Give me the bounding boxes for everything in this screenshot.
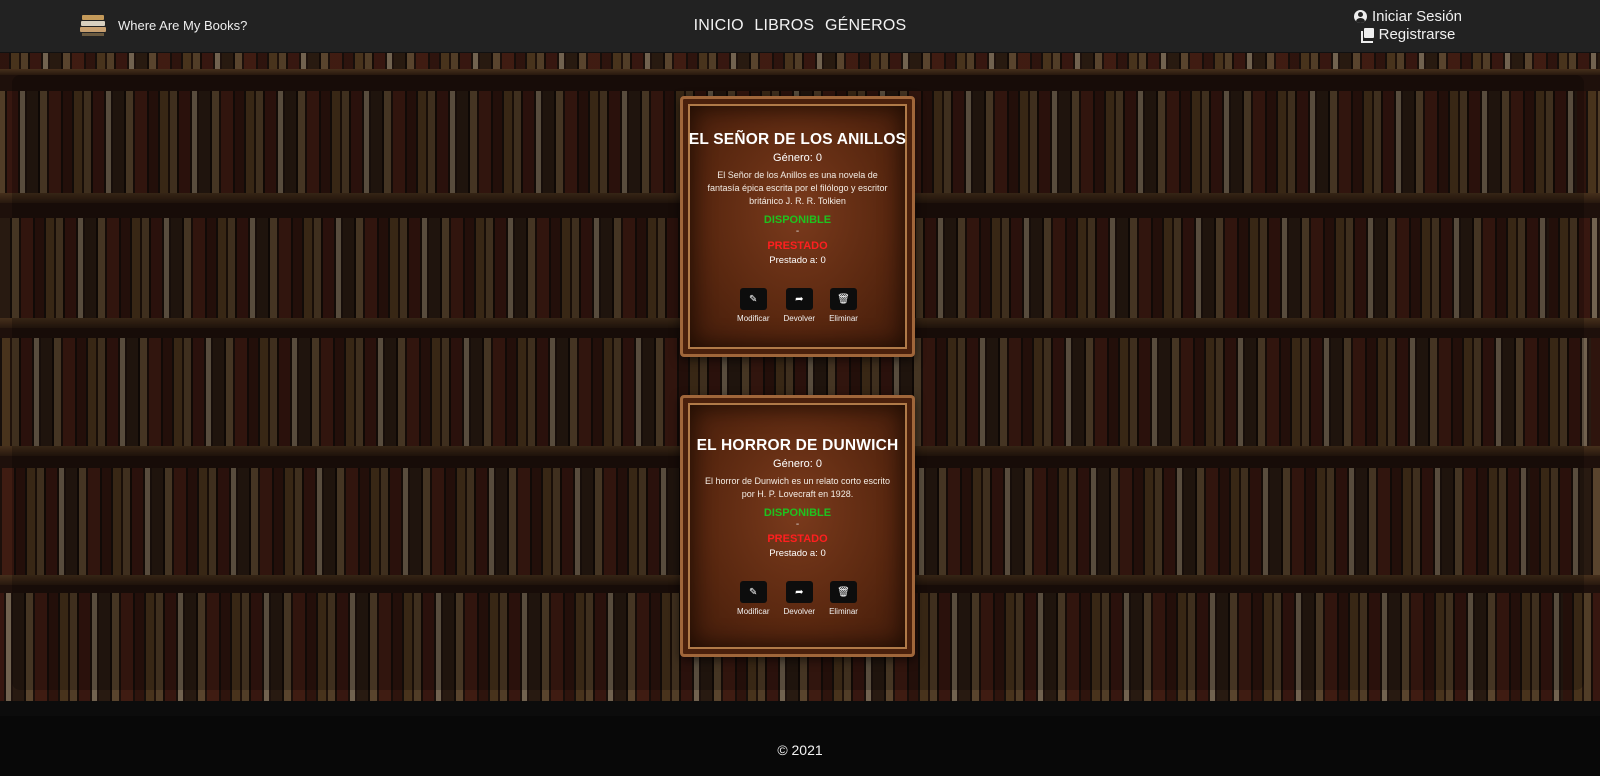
delete-label[interactable]: Eliminar: [829, 607, 858, 616]
footer: © 2021: [0, 716, 1600, 776]
book-title: EL SEÑOR DE LOS ANILLOS: [688, 131, 907, 148]
copyright-text: © 2021: [777, 742, 823, 758]
register-link[interactable]: Registrarse: [1360, 26, 1456, 43]
status-separator: -: [795, 226, 800, 237]
register-label[interactable]: Registrarse: [1379, 26, 1456, 43]
nav-link-libros[interactable]: LIBROS: [754, 17, 814, 34]
status-available: DISPONIBLE: [763, 214, 832, 226]
share-arrow-icon[interactable]: ➦: [785, 581, 813, 603]
modify-label[interactable]: Modificar: [737, 314, 769, 323]
status-available: DISPONIBLE: [763, 507, 832, 519]
card-actions: ✎ Modificar ➦ Devolver 🗑 Eliminar: [683, 581, 912, 616]
user-circle-icon: [1353, 10, 1367, 23]
delete-button[interactable]: 🗑 Eliminar: [829, 581, 858, 616]
book-description: El Señor de los Anillos es una novela de…: [707, 170, 888, 206]
book-title: EL HORROR DE DUNWICH: [696, 437, 899, 454]
navbar: Where Are My Books? INICIO LIBROS GÉNERO…: [0, 0, 1600, 53]
return-button[interactable]: ➦ Devolver: [783, 288, 815, 323]
nav-link-inicio[interactable]: INICIO: [694, 17, 744, 34]
book-description: El horror de Dunwich es un relato corto …: [704, 476, 891, 499]
book-genre: Género: 0: [773, 152, 822, 164]
share-arrow-icon[interactable]: ➦: [785, 288, 813, 310]
status-lent: PRESTADO: [767, 240, 828, 252]
modify-button[interactable]: ✎ Modificar: [737, 581, 769, 616]
book-register-icon: [1360, 28, 1374, 43]
modify-label[interactable]: Modificar: [737, 607, 769, 616]
book-card: EL HORROR DE DUNWICH Género: 0 El horror…: [680, 395, 915, 657]
pencil-icon[interactable]: ✎: [739, 581, 767, 603]
auth-links: Iniciar Sesión Registrarse: [1353, 8, 1462, 43]
nav-link-generos[interactable]: GÉNEROS: [825, 17, 906, 34]
return-button[interactable]: ➦ Devolver: [783, 581, 815, 616]
return-label[interactable]: Devolver: [783, 607, 815, 616]
login-label[interactable]: Iniciar Sesión: [1372, 8, 1462, 25]
pencil-icon[interactable]: ✎: [739, 288, 767, 310]
delete-label[interactable]: Eliminar: [829, 314, 858, 323]
lent-to: Prestado a: 0: [769, 255, 826, 266]
login-link[interactable]: Iniciar Sesión: [1353, 8, 1462, 25]
return-label[interactable]: Devolver: [783, 314, 815, 323]
modify-button[interactable]: ✎ Modificar: [737, 288, 769, 323]
trash-icon[interactable]: 🗑: [830, 288, 858, 310]
status-lent: PRESTADO: [767, 533, 828, 545]
lent-to: Prestado a: 0: [769, 548, 826, 559]
card-actions: ✎ Modificar ➦ Devolver 🗑 Eliminar: [683, 288, 912, 323]
delete-button[interactable]: 🗑 Eliminar: [829, 288, 858, 323]
trash-icon[interactable]: 🗑: [830, 581, 858, 603]
status-separator: -: [795, 519, 800, 530]
book-genre: Género: 0: [773, 458, 822, 470]
book-card: EL SEÑOR DE LOS ANILLOS Género: 0 El Señ…: [680, 96, 915, 357]
